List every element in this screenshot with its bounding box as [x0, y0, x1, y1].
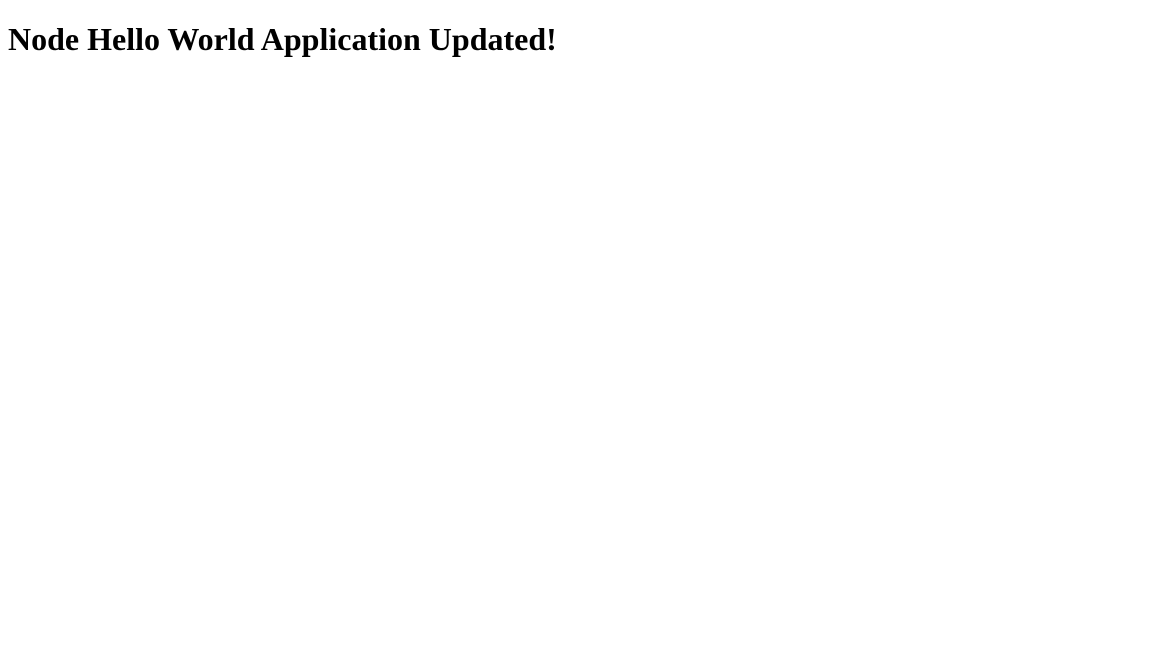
- page-heading: Node Hello World Application Updated!: [8, 21, 1166, 58]
